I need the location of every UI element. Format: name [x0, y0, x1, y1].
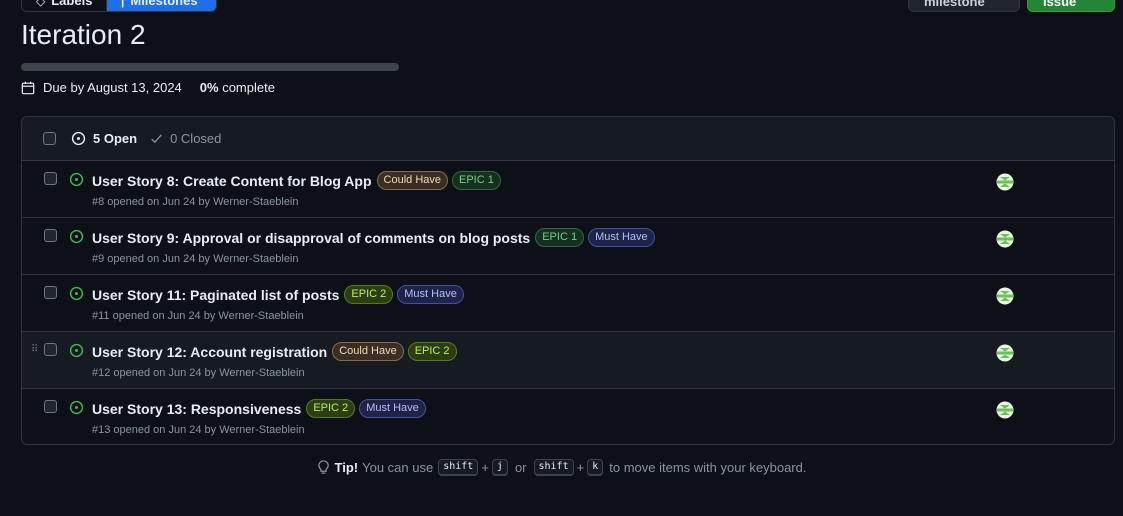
issue-row[interactable]: User Story 11: Paginated list of posts E…: [22, 275, 1114, 332]
tag-icon: ◇: [36, 0, 46, 8]
closed-issues-filter[interactable]: 0 Closed: [150, 131, 221, 146]
avatar[interactable]: [996, 230, 1014, 248]
issue-checkbox[interactable]: [44, 400, 57, 413]
issue-title-link[interactable]: User Story 12: Account registration: [92, 344, 327, 360]
calendar-icon: [21, 81, 35, 94]
milestone-title: Iteration 2: [21, 19, 146, 50]
issue-title-link[interactable]: User Story 13: Responsiveness: [92, 401, 301, 417]
milestone-progress-bar: [21, 63, 399, 71]
tip-text-1: You can use: [362, 460, 434, 475]
labels-tab[interactable]: ◇ Labels: [22, 0, 106, 11]
lightbulb-icon: [317, 460, 329, 474]
issue-meta: #9 opened on Jun 24 by Werner-Staeblein: [92, 253, 299, 265]
label-must-have[interactable]: Must Have: [359, 399, 426, 418]
avatar[interactable]: [996, 344, 1014, 362]
milestone-icon: |: [121, 0, 125, 8]
check-icon: [151, 134, 162, 144]
open-issues-filter[interactable]: 5 Open: [71, 131, 137, 146]
select-all-checkbox[interactable]: [43, 132, 56, 145]
subnav: ◇ Labels | Milestones: [21, 0, 217, 12]
issue-title-link[interactable]: User Story 9: Approval or disapproval of…: [92, 230, 530, 246]
avatar[interactable]: [996, 287, 1014, 305]
completion-percent: 0% complete: [199, 80, 275, 95]
issue-list: 5 Open 0 Closed User Story 8: Create Con…: [21, 116, 1115, 445]
keyboard-tip: Tip! You can use shift + j or shift + k …: [0, 459, 1123, 476]
tip-or: or: [514, 460, 527, 475]
issue-open-icon: [69, 400, 84, 415]
milestones-tab[interactable]: | Milestones: [106, 0, 216, 11]
label-could-have[interactable]: Could Have: [332, 342, 404, 361]
issue-open-icon: [69, 286, 84, 301]
milestones-tab-label: Milestones: [130, 0, 198, 8]
issue-checkbox[interactable]: [44, 343, 57, 356]
tip-label: Tip!: [334, 460, 359, 475]
kbd-j: j: [491, 459, 508, 476]
label-must-have[interactable]: Must Have: [397, 285, 464, 304]
label-epic-1[interactable]: EPIC 1: [535, 228, 585, 247]
issue-checkbox[interactable]: [44, 286, 57, 299]
kbd-k: k: [587, 459, 604, 476]
due-date: Due by August 13, 2024: [43, 80, 182, 95]
issue-checkbox[interactable]: [44, 229, 57, 242]
issue-meta: #8 opened on Jun 24 by Werner-Staeblein: [92, 196, 299, 208]
issue-meta: #13 opened on Jun 24 by Werner-Staeblein: [92, 424, 305, 436]
issue-title-link[interactable]: User Story 11: Paginated list of posts: [92, 287, 339, 303]
issue-open-icon: [69, 229, 84, 244]
kbd-shift: shift: [438, 459, 479, 476]
milestone-meta: Due by August 13, 2024 0% complete: [21, 80, 275, 95]
issue-row[interactable]: User Story 8: Create Content for Blog Ap…: [22, 161, 1114, 218]
issue-title-link[interactable]: User Story 8: Create Content for Blog Ap…: [92, 173, 372, 189]
label-epic-1[interactable]: EPIC 1: [452, 171, 501, 190]
issue-open-icon: [71, 131, 86, 146]
labels-tab-label: Labels: [51, 0, 93, 8]
issue-meta: #11 opened on Jun 24 by Werner-Staeblein: [92, 310, 304, 322]
avatar[interactable]: [996, 401, 1014, 419]
label-epic-2[interactable]: EPIC 2: [407, 342, 457, 361]
issue-open-icon: [69, 172, 84, 187]
drag-handle-icon[interactable]: ⠿: [31, 344, 38, 355]
label-must-have[interactable]: Must Have: [588, 228, 655, 247]
label-epic-2[interactable]: EPIC 2: [344, 285, 394, 304]
header-actions: Edit milestone New issue: [908, 0, 1115, 12]
issue-meta: #12 opened on Jun 24 by Werner-Staeblein: [92, 367, 305, 379]
label-could-have[interactable]: Could Have: [376, 171, 448, 190]
issue-list-header: 5 Open 0 Closed: [22, 117, 1114, 161]
issue-row[interactable]: ⠿ User Story 12: Account registration Co…: [22, 332, 1114, 389]
issue-row[interactable]: User Story 9: Approval or disapproval of…: [22, 218, 1114, 275]
new-issue-button[interactable]: New issue: [1027, 0, 1115, 12]
issue-open-icon: [69, 343, 84, 358]
tip-text-2: to move items with your keyboard.: [609, 460, 807, 475]
issue-checkbox[interactable]: [44, 172, 57, 185]
kbd-shift: shift: [533, 459, 574, 476]
label-epic-2[interactable]: EPIC 2: [306, 399, 356, 418]
issue-row[interactable]: User Story 13: Responsiveness EPIC 2 Mus…: [22, 389, 1114, 444]
edit-milestone-button[interactable]: Edit milestone: [908, 0, 1020, 12]
avatar[interactable]: [996, 173, 1014, 191]
